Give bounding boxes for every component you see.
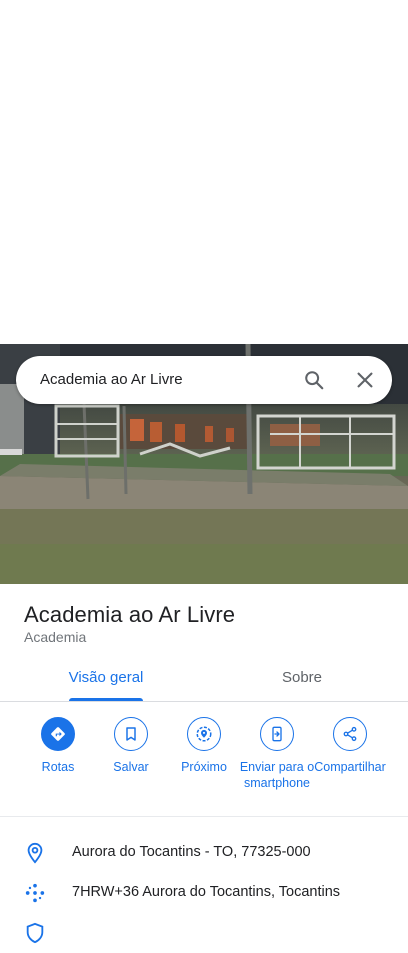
- place-title: Academia ao Ar Livre: [24, 602, 236, 627]
- search-input[interactable]: Academia ao Ar Livre: [40, 371, 183, 388]
- share-label: Compartilhar: [314, 760, 386, 774]
- search-box[interactable]: Academia ao Ar Livre: [16, 356, 392, 404]
- bookmark-icon: [114, 717, 148, 751]
- directions-button[interactable]: Rotas: [20, 717, 96, 775]
- tab-bar: Visão geral Sobre: [0, 656, 408, 702]
- address-row[interactable]: Aurora do Tocantins - TO, 77325-000: [0, 833, 408, 873]
- nearby-button[interactable]: Próximo: [166, 717, 242, 775]
- location-pin-icon: [24, 842, 46, 864]
- directions-label: Rotas: [41, 760, 75, 774]
- send-to-phone-button[interactable]: Enviar para o smartphone: [239, 717, 315, 791]
- plus-code-text: 7HRW+36 Aurora do Tocantins, Tocantins: [72, 884, 341, 900]
- tab-selected-indicator: [69, 698, 143, 701]
- place-category[interactable]: Academia: [24, 629, 86, 645]
- close-icon[interactable]: [354, 369, 376, 391]
- search-icon[interactable]: [303, 369, 325, 391]
- send-to-phone-icon: [260, 717, 294, 751]
- nearby-label: Próximo: [181, 760, 227, 774]
- address-text: Aurora do Tocantins - TO, 77325-000: [72, 844, 311, 860]
- tab-about[interactable]: Sobre: [238, 656, 366, 700]
- plus-code-row[interactable]: 7HRW+36 Aurora do Tocantins, Tocantins: [0, 873, 408, 913]
- send-to-phone-label: Enviar para o smartphone: [239, 760, 315, 790]
- action-bar: Rotas Salvar Próximo Enviar para o smart…: [0, 702, 408, 817]
- tab-overview-label: Visão geral: [68, 669, 144, 686]
- blank-area: [0, 0, 408, 344]
- save-button[interactable]: Salvar: [93, 717, 169, 775]
- shield-icon: [24, 922, 46, 944]
- tab-overview[interactable]: Visão geral: [42, 656, 170, 701]
- share-button[interactable]: Compartilhar: [312, 717, 388, 775]
- save-label: Salvar: [113, 760, 149, 774]
- plus-code-icon: [24, 882, 46, 904]
- directions-icon: [41, 717, 75, 751]
- tab-about-label: Sobre: [281, 669, 323, 686]
- share-icon: [333, 717, 367, 751]
- info-row-partial[interactable]: [0, 913, 408, 953]
- nearby-icon: [187, 717, 221, 751]
